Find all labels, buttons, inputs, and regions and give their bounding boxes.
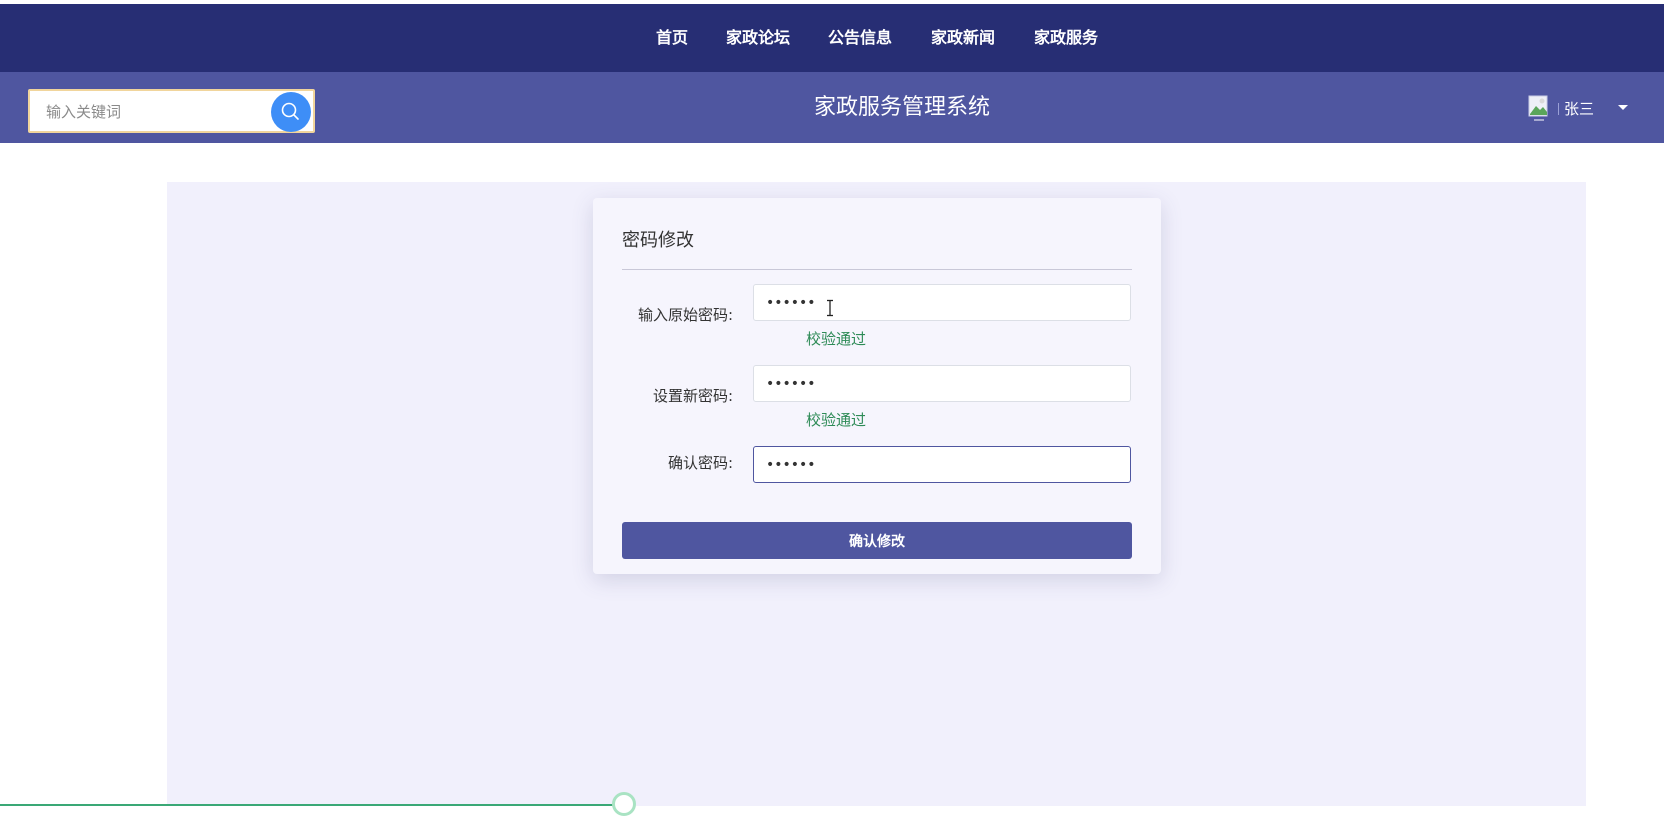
nav-item-services[interactable]: 家政服务 (1034, 4, 1098, 72)
username: 张三 (1564, 100, 1595, 118)
search-input[interactable] (44, 98, 274, 126)
search-box (28, 89, 315, 133)
caret-down-icon (1618, 105, 1628, 110)
confirm-password-label: 确认密码: (667, 454, 733, 472)
sub-header: 家政服务管理系统 张三 (0, 72, 1664, 143)
text-cursor-icon (827, 299, 833, 317)
card-title: 密码修改 (622, 230, 694, 251)
new-password-validation: 校验通过 (806, 411, 867, 429)
search-button[interactable] (271, 92, 311, 132)
password-change-card: 密码修改 输入原始密码: 校验通过 设置新密码: 校验通过 确认密码: 确认修改 (593, 198, 1161, 574)
user-menu[interactable]: 张三 (1528, 94, 1638, 122)
nav-item-forum[interactable]: 家政论坛 (726, 4, 790, 72)
progress-knob[interactable] (612, 792, 636, 816)
old-password-label: 输入原始密码: (637, 306, 733, 324)
top-navigation: 首页 家政论坛 公告信息 家政新闻 家政服务 (0, 4, 1664, 72)
new-password-input[interactable] (753, 365, 1131, 402)
new-password-label: 设置新密码: (652, 387, 733, 405)
search-icon (281, 102, 299, 120)
confirm-password-input[interactable] (753, 446, 1131, 483)
nav-item-home[interactable]: 首页 (656, 4, 688, 72)
nav-item-announcements[interactable]: 公告信息 (828, 4, 892, 72)
nav-item-news[interactable]: 家政新闻 (931, 4, 995, 72)
confirm-change-button[interactable]: 确认修改 (622, 522, 1132, 559)
avatar-icon (1528, 95, 1548, 121)
user-separator (1558, 103, 1559, 115)
old-password-input[interactable] (753, 284, 1131, 321)
old-password-validation: 校验通过 (806, 330, 867, 348)
card-divider (622, 269, 1132, 270)
